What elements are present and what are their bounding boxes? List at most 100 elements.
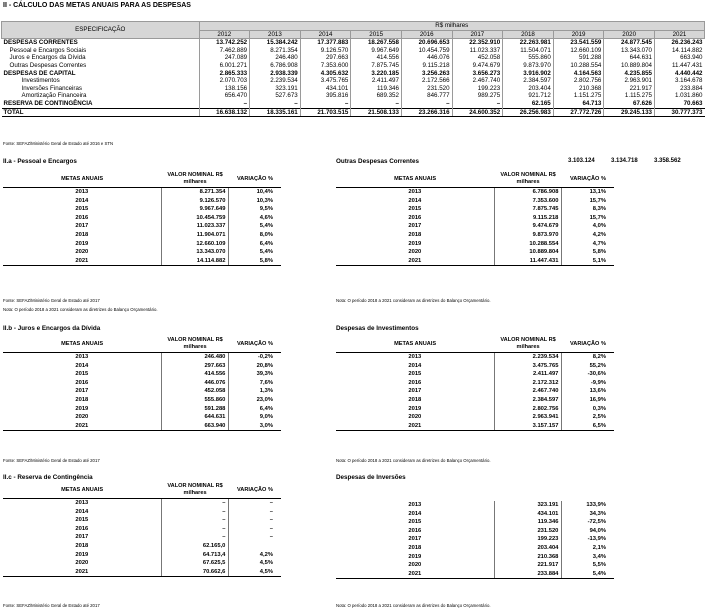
year-cell: 2020 bbox=[336, 413, 495, 422]
cell-value: 9.967.649 bbox=[350, 46, 402, 55]
cell-value: 4.305.632 bbox=[299, 69, 351, 78]
pct-cell: 5,8% bbox=[592, 249, 606, 256]
year-header: 2013 bbox=[249, 29, 301, 40]
cell-value: 2.070.703 bbox=[198, 77, 250, 85]
unit-header: R$ milhares bbox=[198, 21, 705, 31]
cell-value: 1.115.275 bbox=[603, 92, 655, 100]
table-row: 2017 9.474.679 4,0% bbox=[336, 222, 614, 231]
row-label: Amortização Financeira bbox=[21, 92, 87, 100]
cell-value: 67.626 bbox=[603, 99, 655, 109]
cell-value: 446.076 bbox=[400, 54, 453, 62]
cell-value: 8.271.354 bbox=[249, 46, 301, 55]
year-cell: 2017 bbox=[336, 387, 495, 396]
cell-value: – bbox=[451, 99, 503, 109]
year-cell: 2019 bbox=[336, 404, 495, 414]
year-header: 2018 bbox=[502, 29, 554, 40]
table-row: 2020 2.963.941 2,5% bbox=[336, 413, 614, 422]
pct-cell: 6,4% bbox=[259, 240, 273, 247]
pct-cell: – bbox=[269, 525, 273, 532]
pct-cell: 8,3% bbox=[592, 206, 606, 213]
cell-value: 21.508.133 bbox=[350, 107, 402, 118]
year-cell: 2017 bbox=[336, 222, 495, 231]
year-cell: 2020 bbox=[336, 561, 495, 570]
pct-cell: 2,5% bbox=[592, 414, 606, 421]
value-cell: 9.126.570 bbox=[161, 196, 230, 206]
cell-value: 921.712 bbox=[502, 92, 554, 100]
cell-value: 1.031.860 bbox=[653, 92, 705, 100]
cell-value: 23.541.559 bbox=[552, 38, 604, 47]
year-cell: 2015 bbox=[3, 516, 162, 525]
year-header: 2016 bbox=[400, 29, 453, 40]
cell-value: 3.916.902 bbox=[502, 69, 554, 78]
pct-cell: 5,4% bbox=[259, 249, 273, 256]
pct-cell: -13,9% bbox=[587, 536, 606, 543]
table-row: 2020 13.343.070 5,4% bbox=[3, 248, 281, 257]
cell-value: 23.266.316 bbox=[400, 107, 453, 118]
cell-value: 663.940 bbox=[653, 54, 705, 62]
header-metas: METAS ANUAIS bbox=[336, 336, 495, 353]
cell-value: 24.877.545 bbox=[603, 38, 655, 47]
year-cell: 2019 bbox=[3, 239, 162, 249]
pct-cell: 4,6% bbox=[259, 214, 273, 221]
header-metas: METAS ANUAIS bbox=[3, 171, 162, 188]
table-row: 2014 9.126.570 10,3% bbox=[3, 196, 281, 206]
year-cell: 2015 bbox=[3, 370, 162, 379]
year-cell: 2018 bbox=[336, 395, 495, 405]
table-row: 2020 67.625,5 4,5% bbox=[3, 559, 281, 568]
row-label: DESPESAS CORRENTES bbox=[3, 39, 78, 47]
cell-value: 15.384.242 bbox=[249, 38, 301, 47]
cell-value: 13.343.070 bbox=[603, 46, 655, 55]
spec-header: ESPECIFICAÇÃO bbox=[1, 20, 200, 40]
pct-cell: – bbox=[269, 517, 273, 524]
cell-value: 20.696.653 bbox=[400, 38, 453, 47]
pct-cell: 94,0% bbox=[589, 527, 606, 534]
value-cell: 2.802.756 bbox=[494, 404, 563, 414]
source-pessoal: Fonte: SEFAZ/Ministério Geral de Estado … bbox=[3, 298, 100, 303]
pct-cell: 55,2% bbox=[589, 362, 606, 369]
year-cell: 2018 bbox=[336, 230, 495, 240]
year-header: 2021 bbox=[653, 29, 706, 40]
cell-value: 22.263.981 bbox=[502, 38, 554, 47]
cell-value: 9.126.570 bbox=[299, 46, 351, 55]
table-row: TOTAL 16.638.132 18.335.161 21.703.515 21.50… bbox=[1, 107, 705, 118]
year-header: 2019 bbox=[552, 29, 605, 40]
value-cell: 8.271.354 bbox=[161, 187, 230, 197]
pct-cell: 7,6% bbox=[259, 379, 273, 386]
cell-value: 26.236.243 bbox=[653, 38, 705, 47]
cell-value: 11.023.337 bbox=[451, 46, 503, 55]
table-row: 2017 199.223 -13,9% bbox=[336, 535, 614, 544]
cell-value: 7.875.745 bbox=[350, 61, 402, 70]
cell-value: – bbox=[299, 99, 351, 109]
year-cell: 2015 bbox=[336, 370, 495, 379]
header-row: METAS ANUAIS VALOR NOMINAL R$ milhares VAR… bbox=[3, 482, 281, 499]
main-expense-table: ESPECIFICAÇÃO R$ milhares 2012 2013 2014 20… bbox=[1, 20, 706, 118]
page-title: II - CÁLCULO DAS METAS ANUAIS PARA AS DE… bbox=[3, 2, 191, 9]
table-row: 2020 644.631 9,0% bbox=[3, 413, 281, 422]
year-cell: 2013 bbox=[3, 187, 162, 197]
cell-value: 2.172.566 bbox=[400, 77, 453, 85]
table-row: 2013 8.271.354 10,4% bbox=[3, 187, 281, 197]
value-cell: – bbox=[161, 507, 230, 517]
header-metas: METAS ANUAIS bbox=[3, 482, 162, 499]
cell-value: 4.440.442 bbox=[653, 69, 705, 78]
table-row: 2017 2.467.740 13,6% bbox=[336, 387, 614, 396]
value-cell: 9.873.970 bbox=[494, 230, 563, 240]
table-row: 2015– – bbox=[3, 516, 281, 525]
pct-cell: 5,8% bbox=[228, 256, 281, 267]
table-row: 2016 9.115.218 15,7% bbox=[336, 213, 614, 223]
header-valor: VALOR NOMINAL R$ milhares bbox=[161, 171, 229, 188]
cell-value: 18.267.558 bbox=[350, 38, 402, 47]
cell-value: 656.470 bbox=[198, 92, 250, 100]
cell-value: 6.786.908 bbox=[249, 61, 301, 70]
pct-cell: 5,4% bbox=[259, 223, 273, 230]
table-row: 2013 6.786.908 13,1% bbox=[336, 187, 614, 197]
year-cell: 2021 bbox=[3, 256, 162, 267]
header-metas: METAS ANUAIS bbox=[336, 171, 495, 188]
year-header: 2014 bbox=[299, 29, 352, 40]
value-cell: – bbox=[161, 533, 230, 542]
cell-value: 221.917 bbox=[603, 84, 655, 93]
cell-value: 2.938.339 bbox=[249, 69, 301, 78]
header-row: METAS ANUAIS VALOR NOMINAL R$ milhares VAR… bbox=[3, 171, 281, 188]
table-row: 2013– – bbox=[3, 498, 281, 508]
cell-value: 7.462.889 bbox=[198, 46, 250, 55]
